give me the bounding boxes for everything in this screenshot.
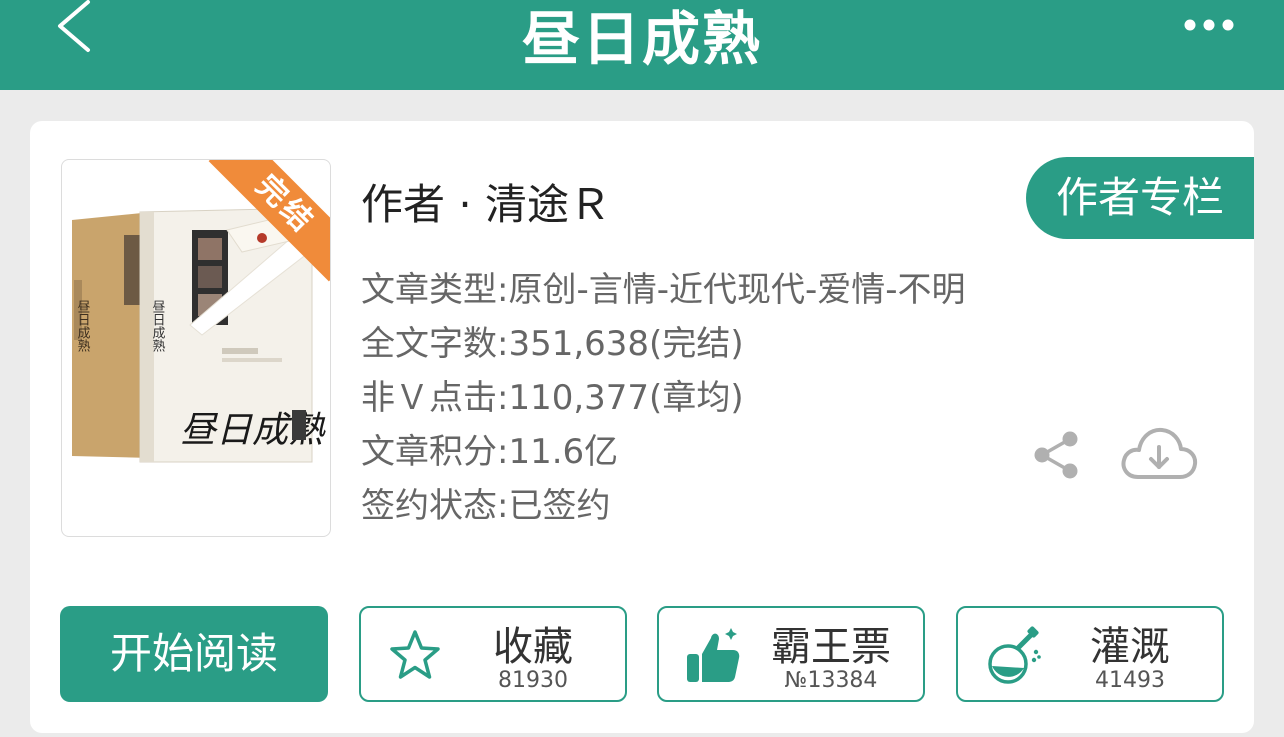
book-card: 昼日成熟 昼日成熟 昼日成熟 完结 作者 · 清途Ｒ 作者专栏 文章类型:原创-… [30,121,1254,733]
info-clicks: 非Ｖ点击:110,377(章均) [361,378,744,418]
info-score: 文章积分:11.6亿 [361,432,619,472]
irrigate-label: 灌溉 [1090,624,1170,670]
favorite-label: 收藏 [493,624,573,670]
overlord-ticket-button[interactable]: 霸王票 №13384 [657,606,925,702]
book-cover[interactable]: 昼日成熟 昼日成熟 昼日成熟 完结 [61,159,331,537]
overlord-label: 霸王票 [771,624,891,670]
favorite-button[interactable]: 收藏 81930 [359,606,627,702]
top-bar: 昼日成熟 [0,0,1284,90]
thumbs-up-icon [683,626,743,686]
svg-text:昼日成熟: 昼日成熟 [150,300,166,353]
page-title: 昼日成熟 [521,5,762,73]
info-type: 文章类型:原创-言情-近代现代-爱情-不明 [361,270,966,310]
irrigate-button[interactable]: 灌溉 41493 [956,606,1224,702]
favorite-count: 81930 [498,668,568,693]
irrigate-count: 41493 [1095,668,1165,693]
book-info: 文章类型:原创-言情-近代现代-爱情-不明 全文字数:351,638(完结) 非… [361,269,966,539]
more-horizontal-icon[interactable] [1182,10,1236,40]
overlord-count: №13384 [784,668,878,693]
svg-text:昼日成熟: 昼日成熟 [75,300,91,353]
author-column-button[interactable]: 作者专栏 [1026,157,1254,239]
info-signing: 签约状态:已签约 [361,486,611,526]
star-icon [385,626,445,686]
info-word-count: 全文字数:351,638(完结) [361,324,744,364]
flask-icon [982,626,1042,686]
start-reading-button[interactable]: 开始阅读 [60,606,328,702]
cloud-download-icon[interactable] [1120,425,1198,485]
share-icon[interactable] [1030,429,1082,481]
author-name[interactable]: 作者 · 清途Ｒ [361,171,611,232]
